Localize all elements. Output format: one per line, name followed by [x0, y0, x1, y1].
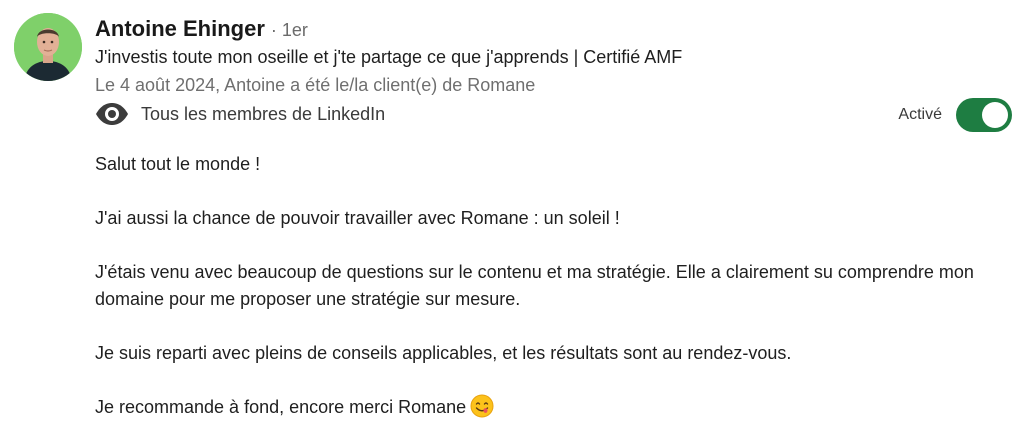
paragraph-greeting: Salut tout le monde !	[95, 154, 261, 174]
toggle-knob	[982, 102, 1008, 128]
display-toggle-group: Activé	[898, 98, 1012, 132]
smiling-face-emoji	[470, 394, 494, 418]
avatar[interactable]	[14, 13, 82, 81]
closing-text: Je recommande à fond, encore merci Roman…	[95, 397, 467, 417]
visibility-label: Tous les membres de LinkedIn	[141, 103, 386, 124]
paragraph-closing: Je recommande à fond, encore merci Roman…	[95, 394, 995, 421]
paragraph-strategy: J'étais venu avec beaucoup de questions …	[95, 262, 974, 309]
recommender-headline: J'investis toute mon oseille et j'te par…	[95, 47, 683, 67]
recommender-name[interactable]: Antoine Ehinger	[95, 16, 265, 42]
paragraph-chance: J'ai aussi la chance de pouvoir travaill…	[95, 208, 620, 228]
recommender-header: Antoine Ehinger · 1er	[95, 16, 308, 42]
connection-degree: · 1er	[270, 20, 308, 40]
paragraph-results: Je suis reparti avec pleins de conseils …	[95, 343, 792, 363]
recommendation-text: Salut tout le monde ! J'ai aussi la chan…	[95, 151, 995, 448]
toggle-label: Activé	[898, 106, 942, 123]
visibility-setting: Tous les membres de LinkedIn	[95, 102, 385, 126]
eye-icon	[96, 103, 128, 125]
profile-photo	[14, 13, 82, 81]
display-toggle[interactable]	[956, 98, 1012, 132]
relationship-date: Le 4 août 2024, Antoine a été le/la clie…	[95, 75, 536, 95]
